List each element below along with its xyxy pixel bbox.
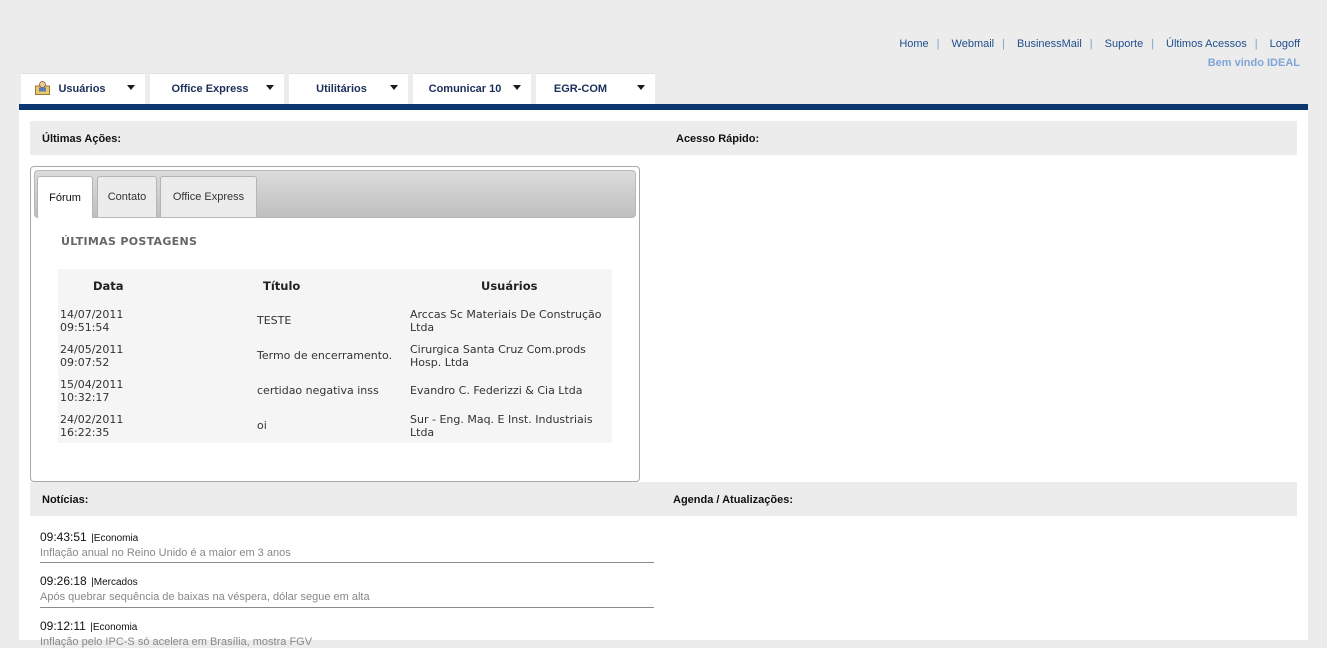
date-cell: 24/02/2011 16:22:35: [58, 408, 255, 443]
time-value: 09:51:54: [60, 320, 110, 334]
date-value: 24/05/2011: [60, 342, 124, 356]
date-cell: 14/07/2011 09:51:54: [58, 303, 255, 338]
table-row[interactable]: 14/07/2011 09:51:54 TESTE Arccas Sc Mater…: [58, 303, 612, 338]
user-cell: Sur - Eng. Maq. E Inst. Industriais Ltda: [408, 408, 612, 443]
agenda-heading: Agenda / Atualizações:: [673, 494, 794, 506]
posts-table: Data Título Usuários 14/07/2011 09:51:54 …: [58, 269, 612, 443]
menu-label: Usuários: [58, 83, 106, 95]
user-value: Sur - Eng. Maq. E Inst. Industriais: [410, 412, 593, 426]
businessmail-link[interactable]: BusinessMail: [1017, 38, 1082, 50]
main-content: Últimas Ações: Acesso Rápido: Fórum Cont…: [19, 110, 1308, 648]
tab-forum[interactable]: Fórum: [37, 176, 93, 218]
main-menu: Usuários Office Express Utilitários Comu…: [21, 73, 660, 104]
title-cell: certidao negativa inss: [257, 384, 379, 397]
menu-label: Office Express: [171, 83, 249, 95]
news-time: 09:43:51: [40, 530, 87, 544]
posts-title: ÚLTIMAS POSTAGENS: [61, 235, 198, 248]
table-row[interactable]: 15/04/2011 10:32:17 certidao negativa ins…: [58, 373, 612, 408]
user-cell: Arccas Sc Materiais De Construção Ltda: [408, 303, 612, 338]
suporte-link[interactable]: Suporte: [1105, 38, 1144, 50]
user-value: Evandro C. Federizzi & Cia Ltda: [410, 384, 583, 397]
date-value: 15/04/2011: [60, 377, 124, 391]
separator: |: [936, 38, 940, 50]
separator: |: [1254, 38, 1258, 50]
news-divider: [40, 562, 654, 563]
news-category: |Economia: [91, 533, 139, 544]
menu-egr-com[interactable]: EGR-COM: [536, 73, 655, 104]
news-category: |Economia: [90, 622, 138, 633]
chevron-down-icon: [637, 85, 645, 90]
table-header-row: Data Título Usuários: [58, 269, 612, 303]
title-cell: Termo de encerramento.: [257, 349, 393, 362]
news-time: 09:26:18: [40, 574, 87, 588]
user-folder-icon: [35, 81, 50, 95]
top-section-header: Últimas Ações: Acesso Rápido:: [30, 121, 1297, 155]
welcome-message: Bem vindo IDEAL: [1207, 57, 1300, 69]
time-value: 10:32:17: [60, 390, 110, 404]
time-value: 16:22:35: [60, 425, 110, 439]
ultimos-acessos-link[interactable]: Últimos Acessos: [1166, 38, 1247, 50]
tab-bar: Fórum Contato Office Express: [34, 170, 636, 218]
title-cell: oi: [257, 419, 267, 432]
news-time: 09:12:11: [40, 619, 86, 633]
user-cell: Evandro C. Federizzi & Cia Ltda: [408, 373, 612, 408]
bottom-section-header: Notícias: Agenda / Atualizações:: [30, 482, 1297, 516]
acesso-rapido-heading: Acesso Rápido:: [676, 133, 760, 145]
menu-label: Utilitários: [316, 83, 367, 95]
table-row[interactable]: 24/05/2011 09:07:52 Termo de encerramento…: [58, 338, 612, 373]
menu-comunicar-10[interactable]: Comunicar 10: [413, 73, 531, 104]
column-header: Usuários: [481, 279, 538, 293]
user-value: Cirurgica Santa Cruz Com.prods: [410, 342, 586, 356]
title-cell: TESTE: [257, 314, 292, 327]
home-link[interactable]: Home: [899, 38, 928, 50]
menu-office-express[interactable]: Office Express: [150, 73, 284, 104]
top-links: Home | Webmail | BusinessMail | Suporte | Úl…: [899, 38, 1300, 50]
date-value: 24/02/2011: [60, 412, 124, 426]
chevron-down-icon: [390, 85, 398, 90]
user-value: Arccas Sc Materiais De Construção: [410, 307, 602, 321]
user-value: Hosp. Ltda: [410, 355, 469, 369]
tab-contato[interactable]: Contato: [97, 176, 157, 217]
news-item[interactable]: 09:43:51 |Economia Inflação anual no Rei…: [40, 528, 654, 559]
separator: |: [1089, 38, 1093, 50]
menu-label: Comunicar 10: [428, 83, 502, 95]
chevron-down-icon: [266, 85, 274, 90]
menu-label: EGR-COM: [553, 83, 608, 95]
user-cell: Cirurgica Santa Cruz Com.prods Hosp. Ltda: [408, 338, 612, 373]
ultimas-acoes-heading: Últimas Ações:: [42, 133, 122, 145]
webmail-link[interactable]: Webmail: [952, 38, 995, 50]
news-headline[interactable]: Inflação anual no Reino Unido é a maior …: [40, 547, 654, 559]
separator: |: [1151, 38, 1155, 50]
news-divider: [40, 607, 654, 608]
separator: |: [1002, 38, 1005, 50]
tab-office-express[interactable]: Office Express: [160, 176, 257, 217]
ultimas-acoes-panel: Fórum Contato Office Express ÚLTIMAS POS…: [30, 166, 640, 482]
user-value: Ltda: [410, 320, 435, 334]
news-item[interactable]: 09:12:11 |Economia Inflação pelo IPC-S s…: [40, 617, 654, 648]
news-item[interactable]: 09:26:18 |Mercados Após quebrar sequênci…: [40, 572, 654, 603]
date-value: 14/07/2011: [60, 307, 124, 321]
time-value: 09:07:52: [60, 355, 110, 369]
column-header: Título: [263, 279, 301, 293]
date-cell: 15/04/2011 10:32:17: [58, 373, 255, 408]
noticias-heading: Notícias:: [42, 494, 89, 506]
news-headline[interactable]: Após quebrar sequência de baixas na vésp…: [40, 591, 654, 603]
column-header: Data: [93, 279, 124, 293]
news-category: |Mercados: [91, 577, 138, 588]
table-row[interactable]: 24/02/2011 16:22:35 oi Sur - Eng. Maq. E …: [58, 408, 612, 443]
news-headline[interactable]: Inflação pelo IPC-S só acelera em Brasíl…: [40, 636, 654, 648]
menu-utilitarios[interactable]: Utilitários: [289, 73, 408, 104]
date-cell: 24/05/2011 09:07:52: [58, 338, 255, 373]
menu-usuarios[interactable]: Usuários: [21, 73, 145, 104]
chevron-down-icon: [127, 85, 135, 90]
user-value: Ltda: [410, 425, 435, 439]
logoff-link[interactable]: Logoff: [1270, 38, 1300, 50]
chevron-down-icon: [513, 85, 521, 90]
